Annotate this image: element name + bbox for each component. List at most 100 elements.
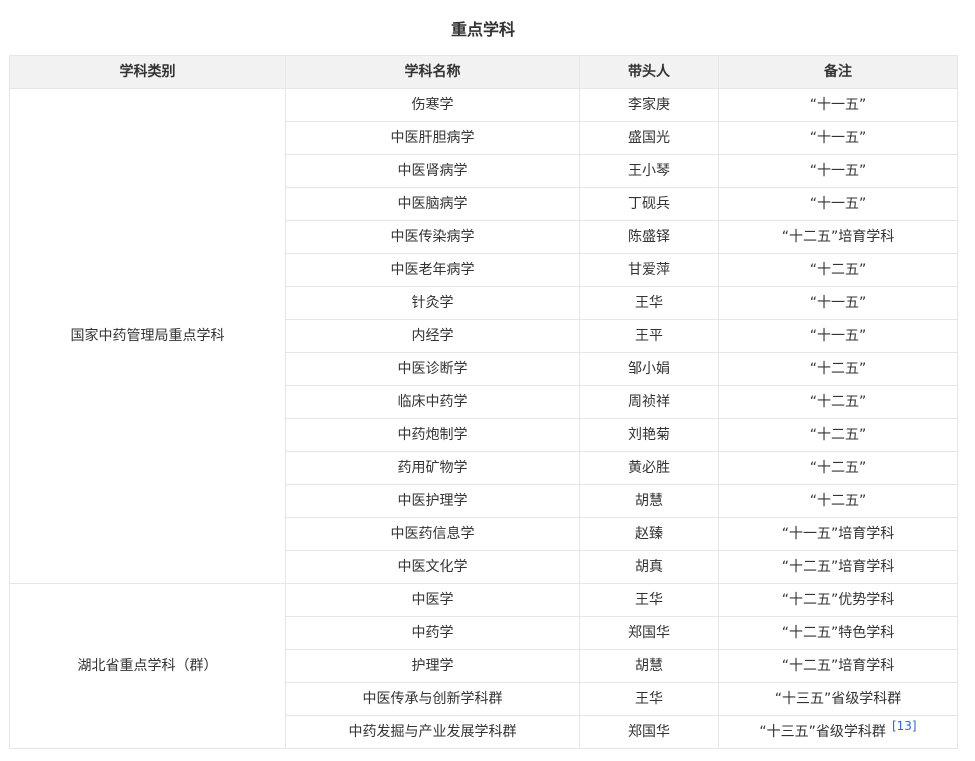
note-cell: “十一五”培育学科 xyxy=(718,517,958,551)
category-cell: 国家中药管理局重点学科 xyxy=(9,88,286,584)
leader-text: 周祯祥 xyxy=(628,394,670,410)
discipline-name-cell: 针灸学 xyxy=(285,286,580,320)
discipline-name-cell: 伤寒学 xyxy=(285,88,580,122)
leader-text: 刘艳菊 xyxy=(628,427,670,443)
note-cell: “十二五” xyxy=(718,253,958,287)
category-cell: 湖北省重点学科（群） xyxy=(9,583,286,749)
discipline-name-text: 中医传染病学 xyxy=(390,229,475,245)
discipline-name-cell: 内经学 xyxy=(285,319,580,353)
leader-cell: 刘艳菊 xyxy=(579,418,719,452)
note-text: “十二五”培育学科 xyxy=(781,229,895,245)
header-name: 学科名称 xyxy=(285,55,580,89)
discipline-name-text: 药用矿物学 xyxy=(397,460,468,476)
table-header: 学科类别 学科名称 带头人 备注 xyxy=(9,55,958,89)
leader-cell: 盛国光 xyxy=(579,121,719,155)
leader-cell: 甘爱萍 xyxy=(579,253,719,287)
table-title: 重点学科 xyxy=(450,20,515,39)
discipline-name-cell: 中医老年病学 xyxy=(285,253,580,287)
leader-text: 胡真 xyxy=(635,559,663,575)
leader-cell: 胡慧 xyxy=(579,649,719,683)
discipline-name-text: 中医药信息学 xyxy=(390,526,475,542)
note-cell: “十三五”省级学科群 xyxy=(718,682,958,716)
leader-text: 李家庚 xyxy=(628,97,670,113)
note-cell: “十二五”特色学科 xyxy=(718,616,958,650)
note-cell: “十二五” xyxy=(718,451,958,485)
leader-text: 王华 xyxy=(635,295,663,311)
leader-text: 王平 xyxy=(635,328,663,344)
table-body: 国家中药管理局重点学科 伤寒学 李家庚 “十一五” 中医肝胆病学 盛国光 “十一五” 中医肾病… xyxy=(9,88,958,749)
leader-cell: 李家庚 xyxy=(579,88,719,122)
discipline-name-cell: 中医药信息学 xyxy=(285,517,580,551)
leader-cell: 周祯祥 xyxy=(579,385,719,419)
leader-cell: 郑国华 xyxy=(579,715,719,749)
note-cell: “十二五” xyxy=(718,385,958,419)
note-text: “十二五” xyxy=(809,262,867,278)
note-text: “十一五” xyxy=(809,130,867,146)
leader-text: 黄必胜 xyxy=(628,460,670,476)
note-text: “十二五” xyxy=(809,361,867,377)
note-text: “十二五” xyxy=(809,460,867,476)
note-cell: “十二五” xyxy=(718,352,958,386)
discipline-name-text: 伤寒学 xyxy=(411,97,454,113)
note-cell: “十一五” xyxy=(718,286,958,320)
discipline-name-text: 中医护理学 xyxy=(397,493,468,509)
leader-text: 邹小娟 xyxy=(628,361,670,377)
note-cell: “十二五”培育学科 xyxy=(718,550,958,584)
discipline-name-text: 针灸学 xyxy=(411,295,454,311)
discipline-name-text: 中药学 xyxy=(411,625,454,641)
discipline-name-cell: 护理学 xyxy=(285,649,580,683)
discipline-name-cell: 中医护理学 xyxy=(285,484,580,518)
discipline-name-text: 内经学 xyxy=(411,328,454,344)
leader-text: 盛国光 xyxy=(628,130,670,146)
discipline-name-cell: 中药发掘与产业发展学科群 xyxy=(285,715,580,749)
note-cell: “十一五” xyxy=(718,121,958,155)
leader-cell: 王华 xyxy=(579,286,719,320)
note-text: “十二五” xyxy=(809,427,867,443)
note-text: “十一五” xyxy=(809,328,867,344)
leader-cell: 陈盛铎 xyxy=(579,220,719,254)
leader-cell: 赵臻 xyxy=(579,517,719,551)
note-text: “十一五” xyxy=(809,295,867,311)
note-cell: “十二五”培育学科 xyxy=(718,649,958,683)
note-text: “十二五” xyxy=(809,394,867,410)
discipline-name-cell: 中医脑病学 xyxy=(285,187,580,221)
leader-cell: 胡真 xyxy=(579,550,719,584)
discipline-name-text: 中药炮制学 xyxy=(397,427,468,443)
discipline-name-text: 中医传承与创新学科群 xyxy=(362,691,503,707)
note-text: “十三五”省级学科群 xyxy=(774,691,902,707)
discipline-name-cell: 药用矿物学 xyxy=(285,451,580,485)
note-cell: “十三五”省级学科群 [13] xyxy=(718,715,958,749)
note-cell: “十二五”培育学科 xyxy=(718,220,958,254)
leader-text: 王小琴 xyxy=(628,163,670,179)
header-leader: 带头人 xyxy=(579,55,719,89)
discipline-name-text: 护理学 xyxy=(411,658,454,674)
note-text: “十二五”培育学科 xyxy=(781,658,895,674)
discipline-name-cell: 中医学 xyxy=(285,583,580,617)
leader-text: 郑国华 xyxy=(628,625,670,641)
discipline-name-text: 中医文化学 xyxy=(397,559,468,575)
note-cell: “十一五” xyxy=(718,88,958,122)
note-text: “十一五” xyxy=(809,196,867,212)
leader-text: 王华 xyxy=(635,691,663,707)
note-cell: “十一五” xyxy=(718,319,958,353)
discipline-name-text: 中药发掘与产业发展学科群 xyxy=(348,724,517,740)
note-text: “十二五”培育学科 xyxy=(781,559,895,575)
discipline-name-text: 中医肝胆病学 xyxy=(390,130,475,146)
note-cell: “十二五”优势学科 xyxy=(718,583,958,617)
note-cell: “十一五” xyxy=(718,187,958,221)
leader-cell: 郑国华 xyxy=(579,616,719,650)
table-row: 湖北省重点学科（群） 中医学王华 “十二五”优势学科 xyxy=(9,583,958,749)
discipline-name-cell: 临床中药学 xyxy=(285,385,580,419)
note-cell: “十二五” xyxy=(718,484,958,518)
leader-text: 赵臻 xyxy=(635,526,663,542)
discipline-name-cell: 中药炮制学 xyxy=(285,418,580,452)
discipline-name-cell: 中医肝胆病学 xyxy=(285,121,580,155)
note-text: “十二五”特色学科 xyxy=(781,625,895,641)
leader-text: 郑国华 xyxy=(628,724,670,740)
table-row: 国家中药管理局重点学科 伤寒学 李家庚 “十一五” xyxy=(9,88,958,584)
discipline-name-cell: 中医传承与创新学科群 xyxy=(285,682,580,716)
discipline-name-cell: 中医诊断学 xyxy=(285,352,580,386)
note-cell: “十一五” xyxy=(718,154,958,188)
reference-link[interactable]: [13] xyxy=(892,719,917,733)
leader-cell: 丁砚兵 xyxy=(579,187,719,221)
